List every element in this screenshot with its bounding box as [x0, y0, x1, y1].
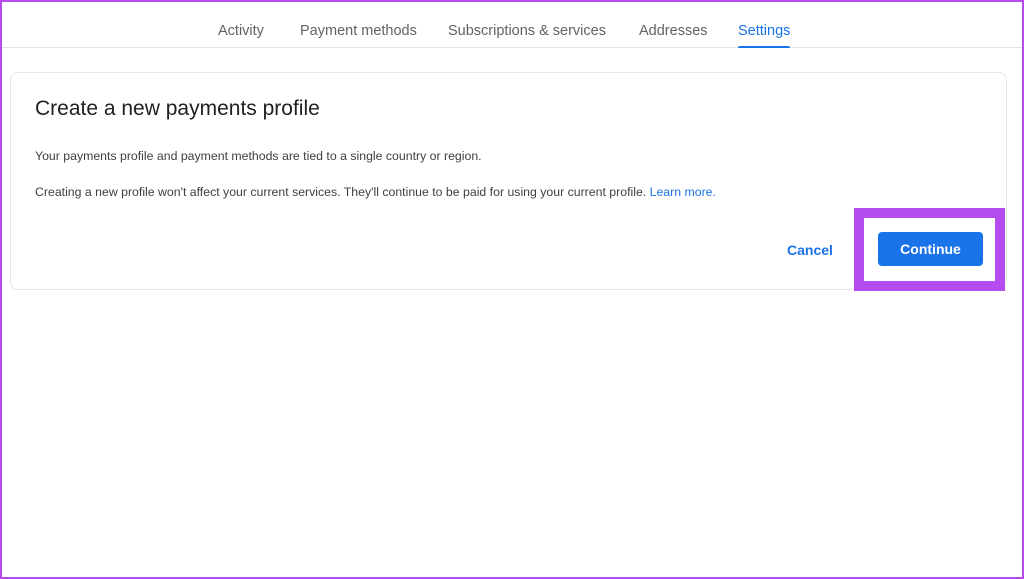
profile-services-text: Creating a new profile won't affect your… [35, 185, 716, 199]
tab-addresses[interactable]: Addresses [639, 0, 708, 48]
learn-more-link[interactable]: Learn more. [650, 185, 716, 199]
tab-bar: Activity Payment methods Subscriptions &… [0, 0, 1024, 48]
tab-activity[interactable]: Activity [218, 0, 264, 48]
tab-settings[interactable]: Settings [738, 0, 791, 48]
tab-payment-methods[interactable]: Payment methods [300, 0, 417, 48]
profile-services-sentence: Creating a new profile won't affect your… [35, 185, 647, 199]
cancel-button[interactable]: Cancel [775, 233, 845, 267]
card-title: Create a new payments profile [35, 97, 320, 120]
continue-button[interactable]: Continue [878, 232, 983, 266]
tab-subscriptions-services[interactable]: Subscriptions & services [448, 0, 606, 48]
profile-info-text: Your payments profile and payment method… [35, 149, 482, 163]
